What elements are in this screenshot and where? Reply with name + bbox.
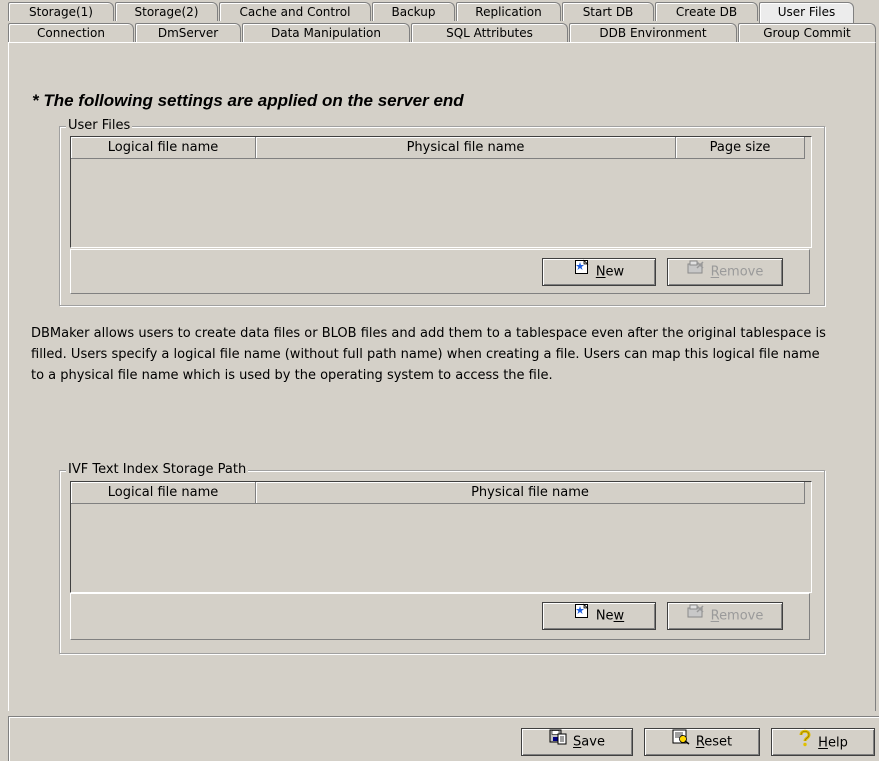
tab-ddb-environment[interactable]: DDB Environment xyxy=(569,23,737,42)
help-button[interactable]: Help xyxy=(771,728,875,756)
tab-sql-attributes[interactable]: SQL Attributes xyxy=(411,23,568,42)
remove-button-label-suffix: emove xyxy=(719,608,764,624)
help-icon xyxy=(798,729,812,757)
tab-backup[interactable]: Backup xyxy=(372,2,455,21)
ivf-storage-group-title: IVF Text Index Storage Path xyxy=(66,462,249,478)
user-files-table[interactable]: Logical file name Physical file name Pag… xyxy=(70,136,812,248)
new-file-icon xyxy=(574,259,590,285)
reset-button-accelerator: R xyxy=(695,734,705,750)
reset-button[interactable]: Reset xyxy=(644,728,760,756)
tab-connection[interactable]: Connection xyxy=(8,23,134,42)
tab-create-db[interactable]: Create DB xyxy=(655,2,758,21)
tab-storage-1[interactable]: Storage(1) xyxy=(8,2,114,21)
reset-button-label-suffix: eset xyxy=(704,734,733,750)
ivf-storage-button-bar: New Remove xyxy=(70,593,810,640)
column-header-logical-file-name[interactable]: Logical file name xyxy=(71,137,256,159)
new-file-icon xyxy=(574,603,590,629)
help-button-accelerator: H xyxy=(818,735,828,751)
ivf-storage-table[interactable]: Logical file name Physical file name xyxy=(70,481,812,593)
save-button[interactable]: Save xyxy=(521,728,633,756)
dialog-footer: Save Reset Help xyxy=(8,716,879,761)
column-header-physical-file-name[interactable]: Physical file name xyxy=(256,137,676,159)
new-button-label-prefix: Ne xyxy=(595,608,614,624)
user-files-group-title: User Files xyxy=(66,118,133,134)
user-files-group: User Files Logical file name Physical fi… xyxy=(59,118,825,306)
user-files-remove-button[interactable]: Remove xyxy=(667,258,783,286)
column-header-logical-file-name[interactable]: Logical file name xyxy=(71,482,256,504)
new-button-accelerator: w xyxy=(613,608,625,624)
ivf-storage-table-header: Logical file name Physical file name xyxy=(71,482,811,504)
ivf-storage-new-button[interactable]: New xyxy=(542,602,656,630)
user-files-table-header: Logical file name Physical file name Pag… xyxy=(71,137,811,159)
tab-start-db[interactable]: Start DB xyxy=(562,2,654,21)
ivf-storage-group: IVF Text Index Storage Path Logical file… xyxy=(59,462,825,654)
remove-file-icon xyxy=(687,259,705,285)
tab-user-files[interactable]: User Files xyxy=(759,2,854,23)
user-files-new-button[interactable]: New xyxy=(542,258,656,286)
tab-cache-and-control[interactable]: Cache and Control xyxy=(219,2,371,21)
remove-button-accelerator: R xyxy=(710,608,720,624)
new-button-label-suffix: ew xyxy=(605,264,625,280)
tab-storage-2[interactable]: Storage(2) xyxy=(115,2,218,21)
server-settings-heading: * The following settings are applied on … xyxy=(32,91,464,110)
user-files-description: DBMaker allows users to create data file… xyxy=(31,326,826,383)
tab-data-manipulation[interactable]: Data Manipulation xyxy=(242,23,410,42)
reset-icon xyxy=(672,729,690,755)
user-files-button-bar: New Remove xyxy=(70,249,810,294)
tab-replication[interactable]: Replication xyxy=(456,2,561,21)
tab-group-commit[interactable]: Group Commit xyxy=(738,23,876,42)
ivf-storage-remove-button[interactable]: Remove xyxy=(667,602,783,630)
column-header-physical-file-name[interactable]: Physical file name xyxy=(256,482,805,504)
remove-file-icon xyxy=(687,603,705,629)
save-button-label-suffix: ave xyxy=(581,734,605,750)
new-button-accelerator: N xyxy=(595,264,606,280)
column-header-page-size[interactable]: Page size xyxy=(676,137,805,159)
help-button-label-suffix: elp xyxy=(827,735,848,751)
save-icon xyxy=(549,729,567,755)
remove-button-accelerator: R xyxy=(710,264,720,280)
remove-button-label-suffix: emove xyxy=(719,264,764,280)
tab-dmserver[interactable]: DmServer xyxy=(135,23,241,42)
